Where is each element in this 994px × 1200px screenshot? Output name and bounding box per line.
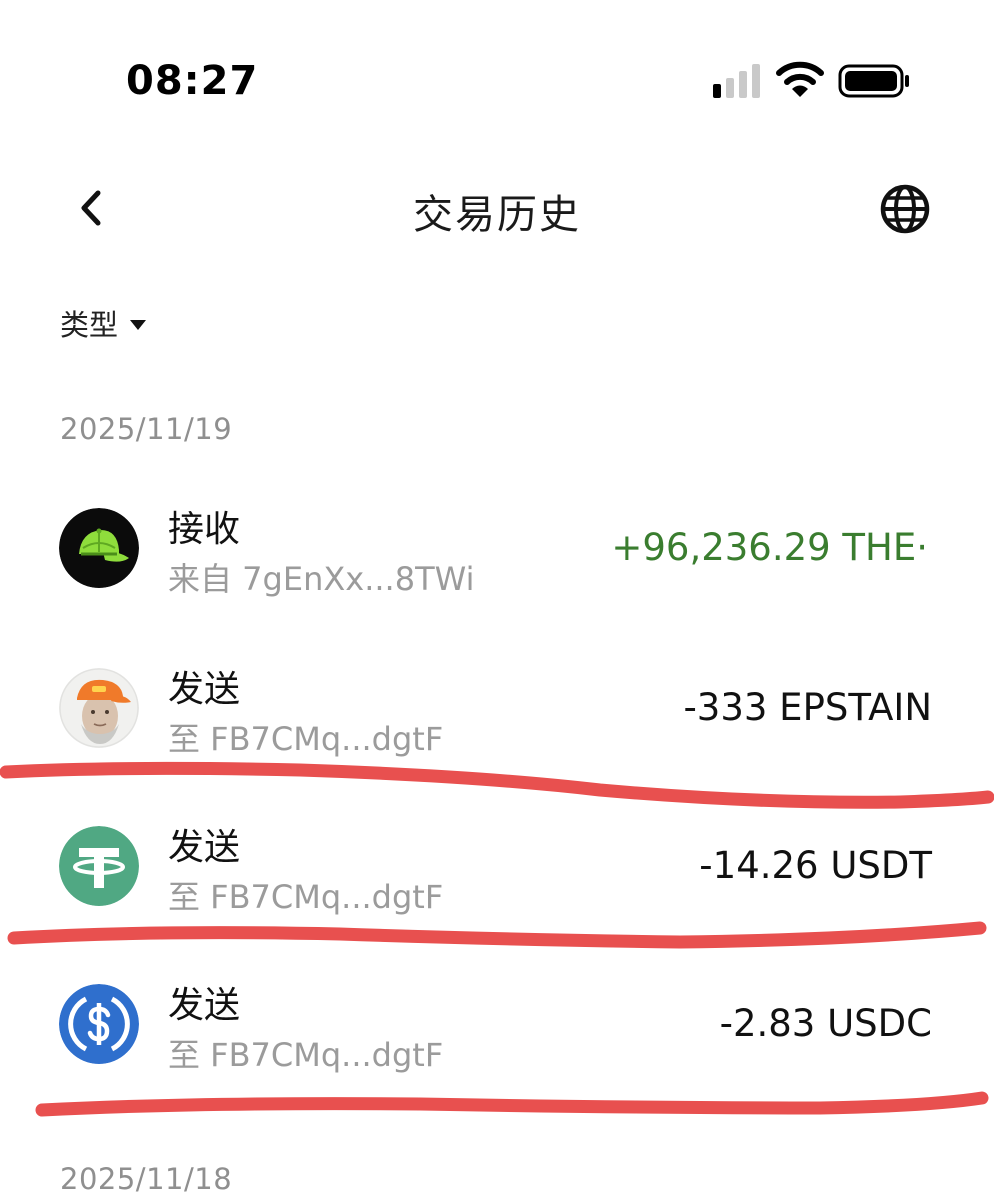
date-header: 2025/11/18 bbox=[60, 1162, 233, 1196]
language-button[interactable] bbox=[872, 178, 938, 240]
epstain-avatar-icon bbox=[59, 668, 139, 748]
wifi-icon bbox=[776, 61, 824, 97]
transaction-row[interactable]: 发送 至 FB7CMq...dgtF -2.83 USDC bbox=[0, 984, 994, 1124]
transaction-type: 发送 bbox=[168, 827, 241, 868]
usdc-icon bbox=[59, 984, 139, 1064]
type-filter-dropdown[interactable]: 类型 bbox=[60, 302, 147, 344]
transaction-amount: +96,236.29 THE· bbox=[611, 526, 928, 569]
transaction-type: 接收 bbox=[168, 509, 241, 550]
transaction-row[interactable]: 接收 来自 7gEnXx...8TWi +96,236.29 THE· bbox=[0, 508, 994, 648]
status-time: 08:27 bbox=[126, 58, 259, 104]
green-cap-icon bbox=[59, 508, 139, 588]
transaction-address: 至 FB7CMq...dgtF bbox=[168, 878, 444, 916]
page-title: 交易历史 bbox=[413, 192, 581, 238]
transaction-address: 至 FB7CMq...dgtF bbox=[168, 720, 444, 758]
transaction-amount: -14.26 USDT bbox=[699, 844, 932, 887]
caret-down-icon bbox=[130, 319, 147, 330]
transaction-type: 发送 bbox=[168, 985, 241, 1026]
globe-icon bbox=[880, 184, 930, 234]
transaction-address: 来自 7gEnXx...8TWi bbox=[168, 560, 475, 598]
transaction-row[interactable]: 发送 至 FB7CMq...dgtF -333 EPSTAIN bbox=[0, 668, 994, 808]
transaction-amount: -2.83 USDC bbox=[719, 1002, 932, 1045]
transaction-type: 发送 bbox=[168, 669, 241, 710]
usdt-icon bbox=[59, 826, 139, 906]
type-filter-label: 类型 bbox=[60, 308, 119, 342]
transaction-row[interactable]: 发送 至 FB7CMq...dgtF -14.26 USDT bbox=[0, 826, 994, 966]
date-header: 2025/11/19 bbox=[60, 412, 233, 446]
transaction-amount: -333 EPSTAIN bbox=[683, 686, 932, 729]
cellular-signal-icon bbox=[713, 64, 760, 98]
battery-icon bbox=[838, 64, 909, 98]
transaction-address: 至 FB7CMq...dgtF bbox=[168, 1036, 444, 1074]
